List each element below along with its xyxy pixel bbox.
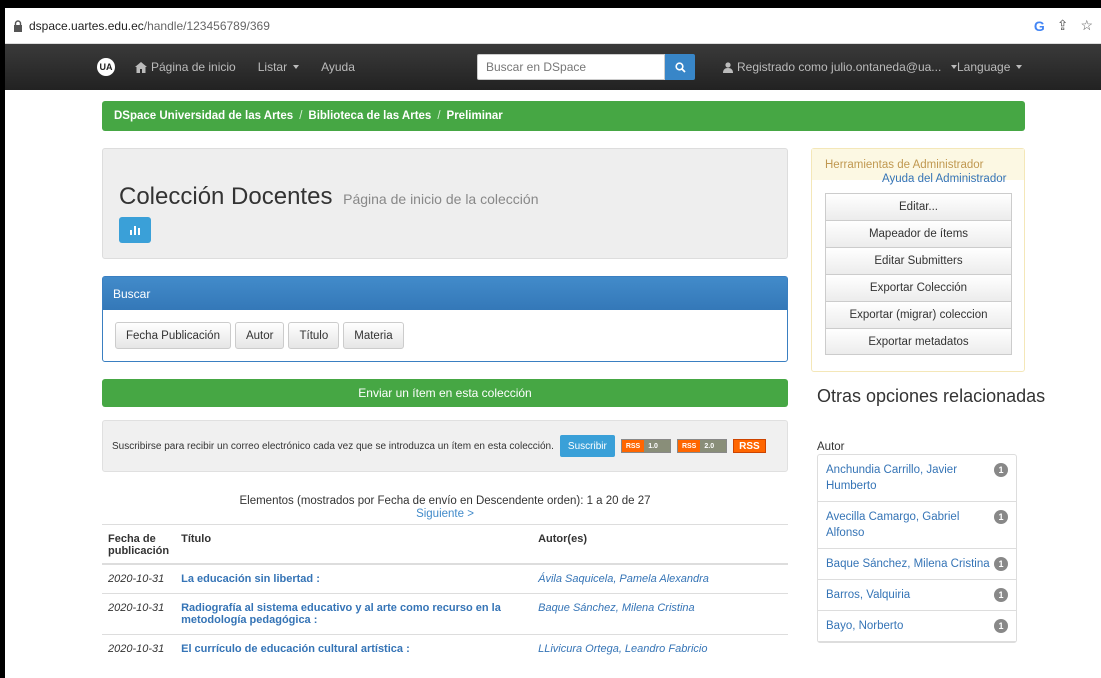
column-header-date[interactable]: Fecha de publicación [102, 524, 176, 565]
page-subtitle: Página de inicio de la colección [343, 191, 539, 207]
count-badge: 1 [994, 510, 1008, 524]
export-metadata-button[interactable]: Exportar metadatos [825, 328, 1012, 355]
chevron-down-icon [293, 65, 300, 69]
subscribe-text: Suscribirse para recibir un correo elect… [112, 440, 554, 452]
row-title-link[interactable]: La educación sin libertad : [175, 563, 533, 594]
nav-list-dropdown[interactable]: Listar [258, 60, 300, 74]
listing-info: Elementos (mostrados por Fecha de envío … [102, 495, 788, 520]
google-icon[interactable]: G [1034, 18, 1045, 34]
count-badge: 1 [994, 463, 1008, 477]
browser-window: dspace.uartes.edu.ec/handle/123456789/36… [5, 8, 1101, 678]
subscribe-well: Suscribirse para recibir un correo elect… [102, 420, 788, 472]
export-migrate-button[interactable]: Exportar (migrar) coleccion [825, 301, 1012, 328]
browse-date-button[interactable]: Fecha Publicación [115, 322, 231, 349]
browse-subject-button[interactable]: Materia [343, 322, 404, 349]
rss-2-feed[interactable]: RSS 2.0 [676, 439, 728, 453]
count-badge: 1 [994, 588, 1008, 602]
breadcrumb: DSpace Universidad de las Artes / Biblio… [102, 101, 1025, 131]
search-input[interactable]: Buscar en DSpace [477, 54, 665, 80]
column-header-title[interactable]: Título [175, 524, 533, 565]
collection-header: Colección Docentes Página de inicio de l… [102, 148, 788, 259]
page-title: Colección Docentes Página de inicio de l… [119, 183, 539, 210]
browse-title-button[interactable]: Título [288, 322, 340, 349]
row-date: 2020-10-31 [102, 563, 176, 594]
count-badge: 1 [994, 619, 1008, 633]
breadcrumb-separator: / [437, 110, 441, 122]
browse-panel: Buscar Fecha Publicación Autor Título Ma… [102, 276, 788, 362]
next-page-link[interactable]: Siguiente > [102, 508, 788, 520]
facet-label: Autor [817, 441, 845, 453]
breadcrumb-item[interactable]: Preliminar [447, 110, 503, 122]
search-button[interactable] [665, 54, 695, 80]
admin-help-link[interactable]: Ayuda del Administrador [882, 173, 1006, 185]
list-item[interactable]: Anchundia Carrillo, Javier Humberto 1 [818, 455, 1016, 502]
breadcrumb-item[interactable]: Biblioteca de las Artes [308, 110, 431, 122]
submit-item-button[interactable]: Enviar un ítem en esta colección [102, 379, 788, 407]
rss-1-feed[interactable]: RSS 1.0 [620, 439, 671, 453]
url-text[interactable]: dspace.uartes.edu.ec/handle/123456789/36… [29, 19, 1034, 33]
bookmark-star-icon[interactable]: ☆ [1080, 17, 1093, 34]
list-item[interactable]: Avecilla Camargo, Gabriel Alfonso 1 [818, 502, 1016, 549]
items-table: Fecha de publicación Título Autor(es) 20… [102, 524, 788, 663]
breadcrumb-item[interactable]: DSpace Universidad de las Artes [114, 110, 293, 122]
list-item[interactable]: Bayo, Norberto 1 [818, 611, 1016, 642]
user-menu[interactable]: Registrado como julio.ontaneda@ua... [723, 44, 958, 90]
table-row: 2020-10-31 Radiografía al sistema educat… [102, 593, 788, 635]
sidebar-title: Otras opciones relacionadas [817, 386, 1046, 406]
top-navbar: UA Página de inicio Listar Ayuda Buscar … [5, 44, 1101, 90]
export-collection-button[interactable]: Exportar Colección [825, 274, 1012, 301]
share-icon[interactable]: ⇪ [1057, 17, 1069, 34]
row-date: 2020-10-31 [102, 634, 176, 663]
breadcrumb-separator: / [299, 110, 303, 122]
table-row: 2020-10-31 El currículo de educación cul… [102, 634, 788, 663]
browse-author-button[interactable]: Autor [234, 322, 285, 349]
language-menu[interactable]: Language [957, 44, 1023, 90]
subscribe-button[interactable]: Suscribir [559, 435, 615, 457]
nav-home[interactable]: Página de inicio [135, 60, 236, 74]
row-author-link[interactable]: Baque Sánchez, Milena Cristina [532, 593, 788, 635]
admin-heading: Herramientas de Administrador Ayuda del … [812, 149, 1024, 185]
search-icon [674, 61, 686, 73]
admin-tools-panel: Herramientas de Administrador Ayuda del … [811, 148, 1025, 372]
statistics-button[interactable] [119, 217, 151, 243]
list-item[interactable]: Barros, Valquiria 1 [818, 580, 1016, 611]
user-icon [723, 61, 733, 73]
item-mapper-button[interactable]: Mapeador de ítems [825, 220, 1012, 247]
row-title-link[interactable]: Radiografía al sistema educativo y al ar… [175, 593, 533, 635]
address-bar[interactable]: dspace.uartes.edu.ec/handle/123456789/36… [5, 8, 1101, 44]
panel-heading: Buscar [103, 277, 787, 310]
nav-help[interactable]: Ayuda [321, 60, 355, 74]
rss-feed[interactable]: RSS [733, 439, 766, 453]
edit-submitters-button[interactable]: Editar Submitters [825, 247, 1012, 274]
row-author-link[interactable]: LLivicura Ortega, Leandro Fabricio [532, 634, 788, 663]
bar-chart-icon [130, 226, 140, 235]
lock-icon [14, 19, 22, 32]
row-title-link[interactable]: El currículo de educación cultural artís… [175, 634, 533, 663]
edit-button[interactable]: Editar... [825, 193, 1012, 220]
count-badge: 1 [994, 557, 1008, 571]
ua-logo[interactable]: UA [97, 58, 115, 76]
column-header-author[interactable]: Autor(es) [532, 524, 788, 565]
row-author-link[interactable]: Ávila Saquicela, Pamela Alexandra [532, 563, 788, 594]
table-row: 2020-10-31 La educación sin libertad : Á… [102, 563, 788, 594]
row-date: 2020-10-31 [102, 593, 176, 635]
author-facet-list: Anchundia Carrillo, Javier Humberto 1 Ave… [817, 454, 1017, 643]
chevron-down-icon [1016, 65, 1023, 69]
home-icon [135, 61, 147, 73]
list-item[interactable]: Baque Sánchez, Milena Cristina 1 [818, 549, 1016, 580]
